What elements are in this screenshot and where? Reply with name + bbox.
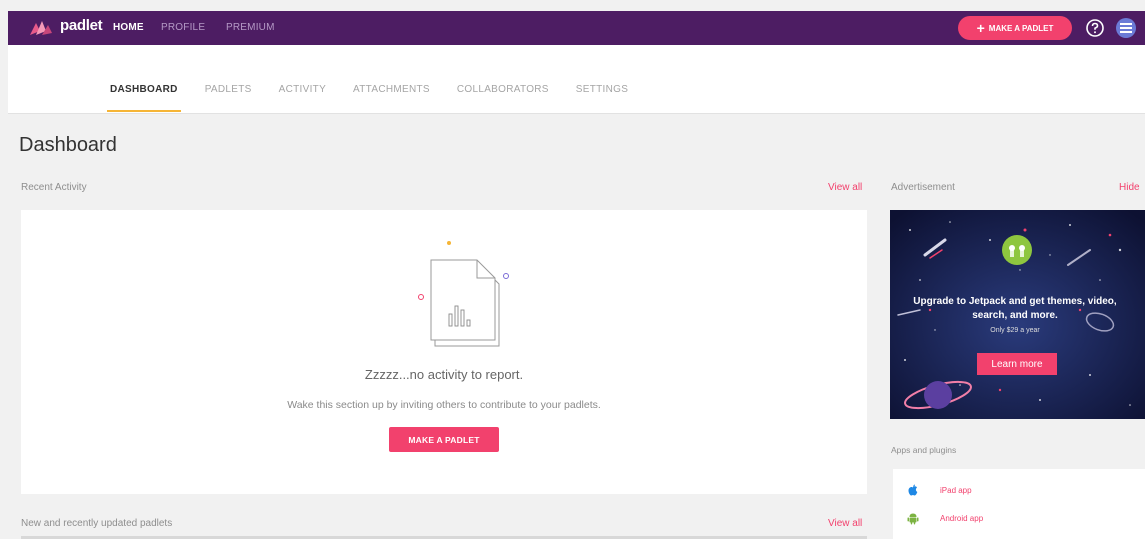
make-a-padlet-top-label: MAKE A PADLET (988, 23, 1054, 33)
tab-dashboard[interactable]: DASHBOARD (107, 84, 181, 112)
ad-headline-line1: Upgrade to Jetpack and get themes, video… (913, 296, 1117, 307)
empty-activity-subtitle: Wake this section up by inviting others … (287, 399, 601, 411)
android-app-link[interactable]: Android app (906, 511, 983, 525)
tab-list: DASHBOARD PADLETS ACTIVITY ATTACHMENTS C… (107, 84, 628, 112)
recent-activity-card: Zzzzz...no activity to report. Wake this… (21, 210, 867, 494)
empty-documents-icon (418, 241, 509, 347)
padlet-logo-icon[interactable] (28, 19, 54, 37)
make-a-padlet-button[interactable]: MAKE A PADLET (389, 427, 499, 452)
recent-activity-view-all-link[interactable]: View all (828, 182, 862, 193)
account-menu-icon[interactable] (1115, 17, 1137, 39)
tab-settings[interactable]: SETTINGS (576, 84, 628, 112)
apple-icon (908, 484, 918, 496)
brand-name[interactable]: padlet (60, 17, 103, 34)
recent-padlets-view-all-link[interactable]: View all (828, 518, 862, 529)
ipad-app-label: iPad app (940, 485, 972, 495)
hide-ad-link[interactable]: Hide (1119, 182, 1140, 193)
nav-profile[interactable]: PROFILE (161, 22, 205, 33)
advertisement-label: Advertisement (891, 182, 955, 193)
make-a-padlet-top-button[interactable]: + MAKE A PADLET (958, 16, 1072, 40)
tab-collaborators[interactable]: COLLABORATORS (457, 84, 549, 112)
ad-price: Only $29 a year (990, 327, 1040, 334)
nav-home[interactable]: HOME (113, 22, 144, 33)
empty-activity-title: Zzzzz...no activity to report. (364, 367, 524, 382)
ad-headline-line2: search, and more. (972, 310, 1058, 321)
learn-more-button[interactable]: Learn more (977, 353, 1057, 375)
ad-headline: Upgrade to Jetpack and get themes, video… (890, 295, 1140, 323)
plus-icon: + (976, 20, 985, 36)
nav-premium[interactable]: PREMIUM (226, 22, 275, 33)
android-app-label: Android app (940, 513, 984, 523)
tab-padlets[interactable]: PADLETS (205, 84, 252, 112)
apps-plugins-label: Apps and plugins (891, 445, 957, 455)
jetpack-advertisement[interactable]: Upgrade to Jetpack and get themes, video… (890, 210, 1145, 419)
ipad-app-link[interactable]: iPad app (906, 483, 972, 497)
page-title: Dashboard (19, 134, 117, 156)
top-navigation-bar: padlet HOME PROFILE PREMIUM + MAKE A PAD… (8, 11, 1145, 45)
recent-activity-label: Recent Activity (21, 182, 87, 193)
apps-plugins-card: iPad app Android app (893, 469, 1145, 539)
help-icon[interactable] (1085, 18, 1105, 38)
android-icon (907, 513, 919, 525)
tab-activity[interactable]: ACTIVITY (279, 84, 326, 112)
recent-padlets-label: New and recently updated padlets (21, 518, 173, 529)
dashboard-tabs-bar: DASHBOARD PADLETS ACTIVITY ATTACHMENTS C… (8, 45, 1145, 114)
tab-attachments[interactable]: ATTACHMENTS (353, 84, 430, 112)
